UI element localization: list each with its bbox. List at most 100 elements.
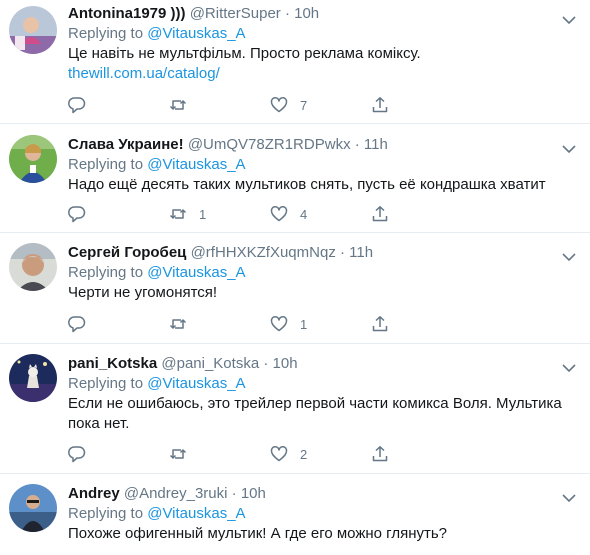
- user-handle[interactable]: @UmQV78ZR1RDPwkx: [188, 136, 351, 153]
- reply-button[interactable]: [68, 96, 169, 114]
- user-handle[interactable]: @RitterSuper: [190, 5, 281, 22]
- mention-link[interactable]: @Vitauskas_A: [147, 156, 245, 173]
- separator-dot: ·: [354, 136, 360, 153]
- replying-label: Replying to: [68, 25, 144, 42]
- tweet[interactable]: Слава Украине! @UmQV78ZR1RDPwkx · 11h Re…: [0, 124, 590, 233]
- share-button[interactable]: [371, 445, 472, 463]
- reply-button[interactable]: [68, 315, 169, 333]
- display-name[interactable]: Сергей Горобец: [68, 244, 186, 261]
- share-button[interactable]: [371, 205, 472, 223]
- display-name[interactable]: pani_Kotska: [68, 355, 157, 372]
- reply-icon: [68, 316, 86, 333]
- heart-icon: [270, 446, 288, 462]
- share-icon: [372, 446, 388, 462]
- tweet-actions: 1 4: [68, 205, 472, 223]
- tweet-actions: 7: [68, 96, 472, 114]
- tweet[interactable]: Сергей Горобец @rfHHXKZfXuqmNqz · 11h Re…: [0, 233, 590, 344]
- tweet-text: Черти не угомонятся!: [68, 284, 218, 301]
- separator-dot: ·: [340, 244, 345, 261]
- retweet-button[interactable]: [169, 445, 270, 463]
- like-count: 1: [300, 316, 308, 332]
- heart-icon: [270, 97, 288, 113]
- tweet-actions: 1: [68, 315, 472, 333]
- replying-to: Replying to @Vitauskas_A: [68, 504, 568, 524]
- tweet-text: Це навіть не мультфільм. Просто реклама …: [68, 45, 421, 62]
- retweet-icon: [169, 209, 187, 219]
- share-button[interactable]: [371, 96, 472, 114]
- like-button[interactable]: 2: [270, 445, 371, 463]
- timestamp[interactable]: 11h: [349, 244, 373, 261]
- replying-to: Replying to @Vitauskas_A: [68, 263, 568, 283]
- tweet[interactable]: Andrey @Andrey_3ruki · 10h Replying to @…: [0, 474, 590, 555]
- avatar-image: [9, 135, 57, 183]
- timestamp[interactable]: 11h: [364, 136, 388, 153]
- tweet[interactable]: pani_Kotska @pani_Kotska · 10h Replying …: [0, 344, 590, 474]
- user-handle[interactable]: @Andrey_3ruki: [124, 485, 228, 502]
- avatar[interactable]: [9, 135, 57, 183]
- like-count: 4: [300, 206, 308, 222]
- share-button[interactable]: [371, 315, 472, 333]
- retweet-icon: [169, 100, 187, 110]
- replying-label: Replying to: [68, 156, 144, 173]
- like-count: 2: [300, 446, 308, 462]
- mention-link[interactable]: @Vitauskas_A: [147, 505, 245, 522]
- user-handle[interactable]: @rfHHXKZfXuqmNqz: [191, 244, 336, 261]
- tweet[interactable]: Antonina1979 ))) @RitterSuper · 10h Repl…: [0, 0, 590, 124]
- timestamp[interactable]: 10h: [273, 355, 298, 372]
- separator-dot: ·: [263, 355, 269, 372]
- tweet-header: pani_Kotska @pani_Kotska · 10h: [68, 354, 568, 374]
- timestamp[interactable]: 10h: [294, 5, 319, 22]
- tweet-text: Похоже офигенный мультик! А где его можн…: [68, 525, 448, 542]
- reply-icon: [68, 206, 86, 223]
- tweet-header: Antonina1979 ))) @RitterSuper · 10h: [68, 4, 568, 24]
- like-button[interactable]: 7: [270, 96, 371, 114]
- display-name[interactable]: Andrey: [68, 485, 120, 502]
- tweet-actions: 2: [68, 445, 472, 463]
- timestamp[interactable]: 10h: [241, 485, 266, 502]
- replies-feed: Antonina1979 ))) @RitterSuper · 10h Repl…: [0, 0, 590, 555]
- avatar[interactable]: [9, 354, 57, 402]
- retweet-button[interactable]: [169, 315, 270, 333]
- reply-icon: [68, 97, 86, 114]
- mention-link[interactable]: @Vitauskas_A: [147, 264, 245, 281]
- like-button[interactable]: 4: [270, 205, 371, 223]
- replying-label: Replying to: [68, 264, 144, 281]
- reply-button[interactable]: [68, 445, 169, 463]
- share-icon: [372, 97, 388, 113]
- replying-to: Replying to @Vitauskas_A: [68, 24, 568, 44]
- like-count: 7: [300, 97, 308, 113]
- separator-dot: ·: [284, 5, 290, 22]
- reply-button[interactable]: [68, 205, 169, 223]
- separator-dot: ·: [231, 485, 237, 502]
- avatar[interactable]: [9, 6, 57, 54]
- avatar-image: [9, 484, 57, 532]
- heart-icon: [270, 206, 288, 222]
- user-handle[interactable]: @pani_Kotska: [161, 355, 259, 372]
- share-icon: [372, 206, 388, 222]
- replying-label: Replying to: [68, 375, 144, 392]
- heart-icon: [270, 316, 288, 332]
- tweet-text: Надо ещё десять таких мультиков снять, п…: [68, 176, 546, 193]
- tweet-header: Слава Украине! @UmQV78ZR1RDPwkx · 11h: [68, 135, 568, 155]
- tweet-header: Andrey @Andrey_3ruki · 10h: [68, 484, 568, 504]
- retweet-count: 1: [199, 206, 207, 222]
- avatar[interactable]: [9, 484, 57, 532]
- display-name[interactable]: Antonina1979 ))): [68, 5, 186, 22]
- retweet-button[interactable]: [169, 96, 270, 114]
- replying-to: Replying to @Vitauskas_A: [68, 155, 568, 175]
- share-icon: [372, 316, 388, 332]
- replying-label: Replying to: [68, 505, 144, 522]
- reply-icon: [68, 446, 86, 463]
- avatar-image: [9, 6, 57, 54]
- avatar-image: [9, 354, 57, 402]
- retweet-icon: [169, 319, 187, 329]
- replying-to: Replying to @Vitauskas_A: [68, 374, 568, 394]
- avatar-image: [9, 243, 57, 291]
- avatar[interactable]: [9, 243, 57, 291]
- display-name[interactable]: Слава Украине!: [68, 136, 184, 153]
- mention-link[interactable]: @Vitauskas_A: [147, 375, 245, 392]
- retweet-button[interactable]: 1: [169, 205, 270, 223]
- like-button[interactable]: 1: [270, 315, 371, 333]
- mention-link[interactable]: @Vitauskas_A: [147, 25, 245, 42]
- url-link[interactable]: thewill.com.ua/catalog/: [68, 64, 568, 84]
